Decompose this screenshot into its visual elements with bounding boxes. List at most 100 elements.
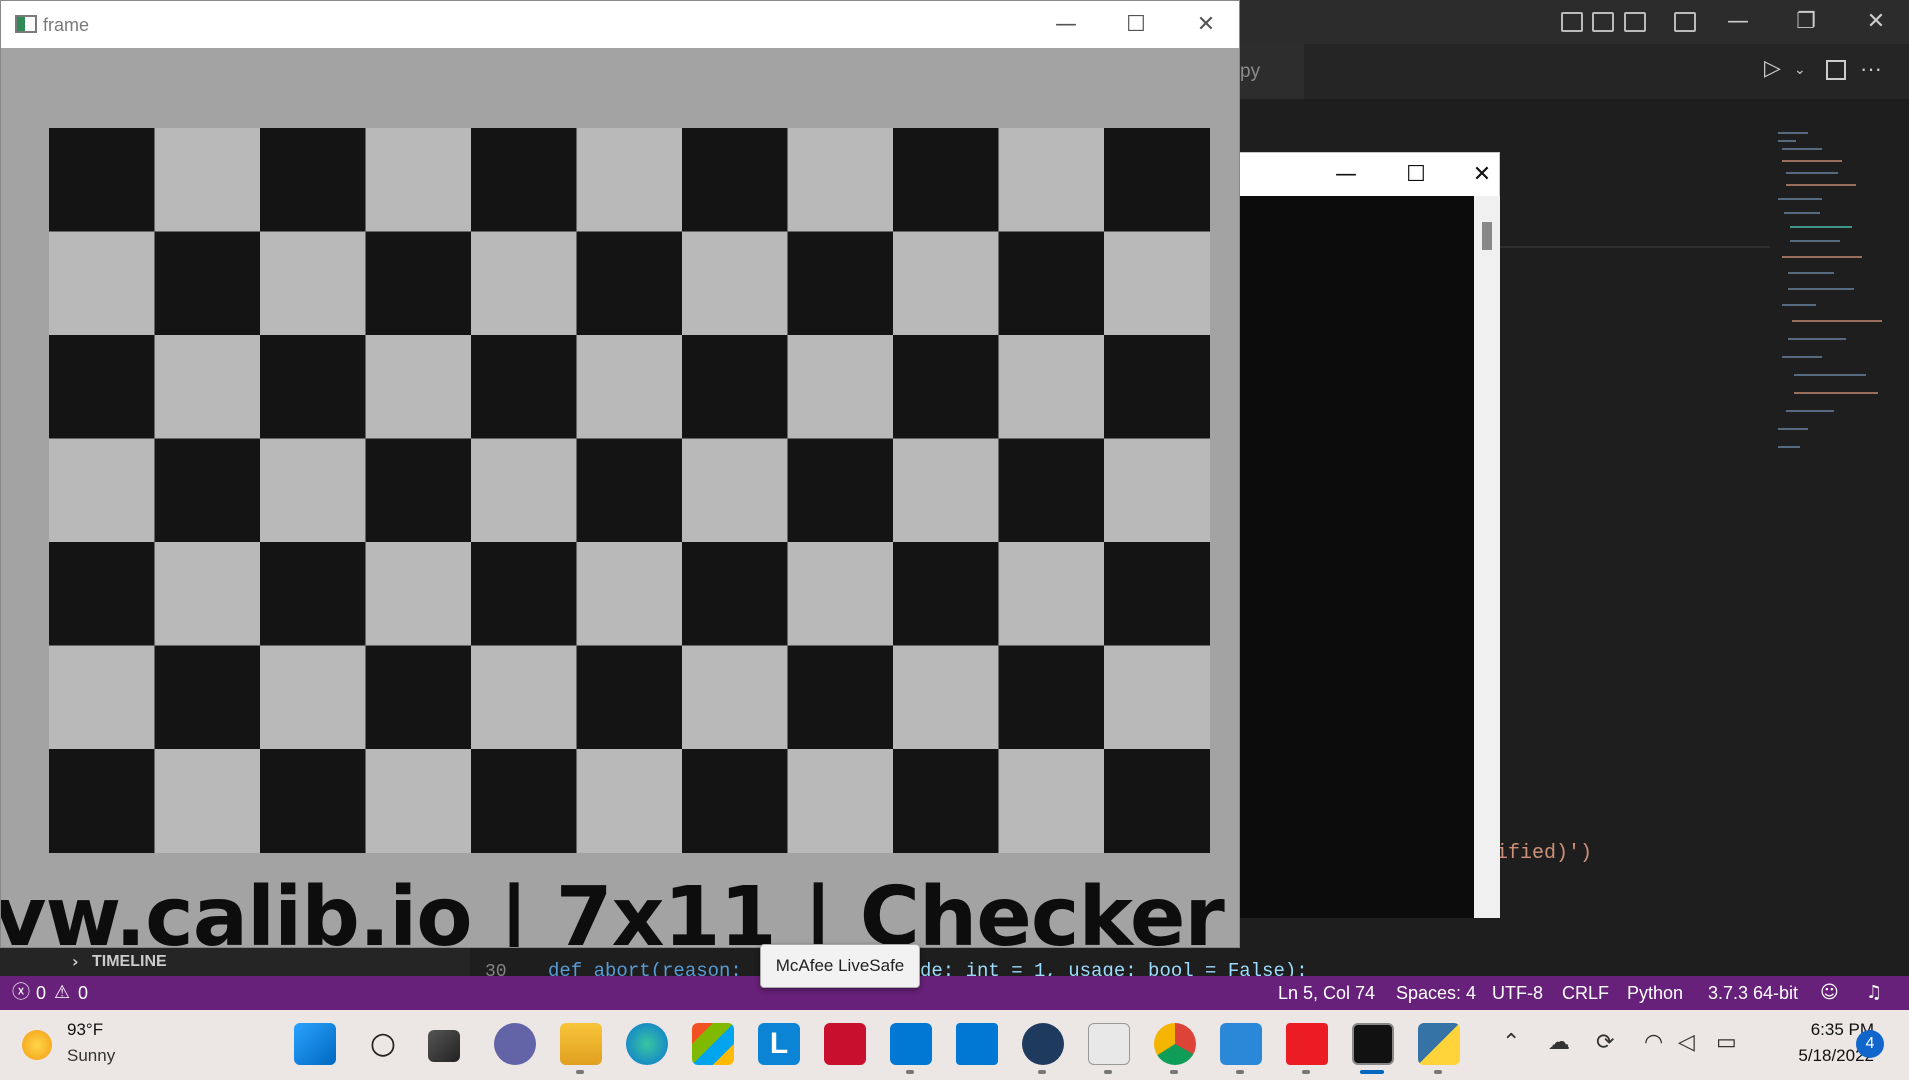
taskbar bbox=[0, 1010, 1909, 1080]
checker-square bbox=[576, 438, 683, 543]
more-actions-icon[interactable]: ··· bbox=[1860, 56, 1882, 82]
line-ending[interactable]: CRLF bbox=[1562, 976, 1609, 1010]
inkscape-icon[interactable] bbox=[1022, 1023, 1064, 1065]
error-icon[interactable]: ⓧ bbox=[12, 976, 30, 1010]
bell-icon[interactable]: ♫ bbox=[1866, 976, 1882, 1010]
frame-title-bar[interactable]: frame — ☐ ✕ bbox=[1, 1, 1239, 48]
checker-square bbox=[1104, 231, 1210, 336]
python-file-icon[interactable] bbox=[1088, 1023, 1130, 1065]
frame-close-icon[interactable]: ✕ bbox=[1171, 1, 1239, 48]
toggle-primary-sidebar-icon[interactable] bbox=[1561, 12, 1583, 32]
l-app-icon[interactable]: L bbox=[758, 1023, 800, 1065]
editor-tab-label: py bbox=[1240, 61, 1261, 82]
checker-square bbox=[682, 335, 788, 439]
vscode-icon[interactable] bbox=[890, 1023, 932, 1065]
python-icon[interactable] bbox=[1418, 1023, 1460, 1065]
onedrive-icon[interactable]: ☁ bbox=[1548, 1030, 1570, 1055]
editor-tab[interactable]: py bbox=[1232, 44, 1304, 99]
checker-square bbox=[260, 335, 366, 439]
vscode-restore-icon[interactable]: ❐ bbox=[1776, 0, 1836, 44]
console-scroll-thumb[interactable] bbox=[1482, 222, 1492, 250]
store-icon[interactable] bbox=[692, 1023, 734, 1065]
checker-square bbox=[682, 542, 788, 646]
file-explorer-icon[interactable] bbox=[560, 1023, 602, 1065]
teams-icon[interactable] bbox=[494, 1023, 536, 1065]
console-output[interactable] bbox=[1218, 196, 1474, 918]
window-title: frame bbox=[43, 15, 90, 35]
volume-icon[interactable]: ◁ bbox=[1678, 1030, 1695, 1055]
feedback-icon[interactable]: ☺ bbox=[1820, 976, 1839, 1010]
notification-badge[interactable]: 4 bbox=[1856, 1030, 1884, 1058]
vscode-close-icon[interactable]: ✕ bbox=[1846, 0, 1906, 44]
acrobat-icon[interactable] bbox=[1286, 1023, 1328, 1065]
console-close-icon[interactable]: ✕ bbox=[1447, 153, 1517, 197]
checker-square bbox=[787, 231, 894, 336]
checker-square bbox=[471, 335, 577, 439]
console-minimize-icon[interactable]: — bbox=[1311, 153, 1381, 197]
console-scrollbar[interactable] bbox=[1474, 196, 1500, 918]
weather-sun-icon[interactable] bbox=[22, 1030, 52, 1060]
timeline-panel-header[interactable]: › TIMELINE bbox=[0, 948, 470, 976]
running-indicator bbox=[1104, 1070, 1112, 1074]
vscode-minimize-icon[interactable]: — bbox=[1708, 0, 1768, 44]
running-indicator bbox=[576, 1070, 584, 1074]
status-bar: ⓧ 0 ⚠ 0 Ln 5, Col 74 Spaces: 4 UTF-8 CRL… bbox=[0, 976, 1909, 1010]
checker-square bbox=[260, 542, 366, 646]
warning-icon[interactable]: ⚠ bbox=[54, 976, 70, 1010]
run-icon[interactable]: ▷ bbox=[1764, 56, 1781, 81]
checker-square bbox=[154, 335, 261, 439]
console-maximize-icon[interactable]: ☐ bbox=[1381, 153, 1451, 197]
search-icon[interactable]: ○ bbox=[362, 1023, 404, 1065]
frame-minimize-icon[interactable]: — bbox=[1031, 1, 1101, 48]
error-count[interactable]: 0 bbox=[36, 976, 46, 1010]
notepad-icon[interactable] bbox=[1220, 1023, 1262, 1065]
running-indicator bbox=[1236, 1070, 1244, 1074]
running-indicator bbox=[1038, 1070, 1046, 1074]
checker-square bbox=[682, 231, 788, 336]
customize-layout-icon[interactable] bbox=[1674, 12, 1696, 32]
mcafee-icon[interactable] bbox=[824, 1023, 866, 1065]
language-mode[interactable]: Python bbox=[1627, 976, 1683, 1010]
checker-square bbox=[682, 128, 788, 232]
toggle-secondary-sidebar-icon[interactable] bbox=[1624, 12, 1646, 32]
checker-square bbox=[49, 542, 155, 646]
checker-square bbox=[365, 128, 472, 232]
cortana-icon[interactable] bbox=[956, 1023, 998, 1065]
encoding[interactable]: UTF-8 bbox=[1492, 976, 1543, 1010]
checker-square bbox=[576, 335, 683, 439]
cursor-position[interactable]: Ln 5, Col 74 bbox=[1278, 976, 1375, 1010]
weather-temperature[interactable]: 93°F bbox=[67, 1020, 103, 1040]
edge-icon[interactable] bbox=[626, 1023, 668, 1065]
checker-square bbox=[682, 438, 788, 543]
checker-square bbox=[998, 542, 1105, 646]
python-interpreter[interactable]: 3.7.3 64-bit bbox=[1708, 976, 1798, 1010]
chrome-icon[interactable] bbox=[1154, 1023, 1196, 1065]
battery-icon[interactable]: ▭ bbox=[1716, 1030, 1737, 1055]
checker-square bbox=[682, 749, 788, 853]
checker-square bbox=[998, 335, 1105, 439]
split-editor-icon[interactable] bbox=[1826, 60, 1846, 80]
checker-square bbox=[998, 231, 1105, 336]
run-dropdown-icon[interactable]: ⌄ bbox=[1794, 62, 1806, 78]
checker-square bbox=[154, 438, 261, 543]
running-indicator bbox=[1434, 1070, 1442, 1074]
toggle-panel-icon[interactable] bbox=[1592, 12, 1614, 32]
frame-window[interactable]: frame — ☐ ✕ vw.calib.io | 7x11 | Checker… bbox=[0, 0, 1240, 948]
minimap[interactable] bbox=[1772, 128, 1892, 458]
weather-condition[interactable]: Sunny bbox=[67, 1046, 115, 1066]
frame-maximize-icon[interactable]: ☐ bbox=[1101, 1, 1171, 48]
timeline-label: TIMELINE bbox=[92, 953, 167, 970]
chevron-up-icon[interactable]: ⌃ bbox=[1502, 1030, 1520, 1055]
terminal-icon[interactable] bbox=[1352, 1023, 1394, 1065]
checker-square bbox=[365, 645, 472, 750]
checker-square bbox=[787, 438, 894, 543]
sync-icon[interactable]: ⟳ bbox=[1596, 1030, 1614, 1055]
start-icon[interactable] bbox=[294, 1023, 336, 1065]
indentation[interactable]: Spaces: 4 bbox=[1396, 976, 1476, 1010]
checker-square bbox=[893, 128, 999, 232]
warning-count[interactable]: 0 bbox=[78, 976, 88, 1010]
checker-square bbox=[154, 749, 261, 853]
checker-square bbox=[1104, 749, 1210, 853]
wifi-icon[interactable]: ◠ bbox=[1644, 1030, 1663, 1055]
task-view-icon[interactable] bbox=[428, 1030, 460, 1062]
